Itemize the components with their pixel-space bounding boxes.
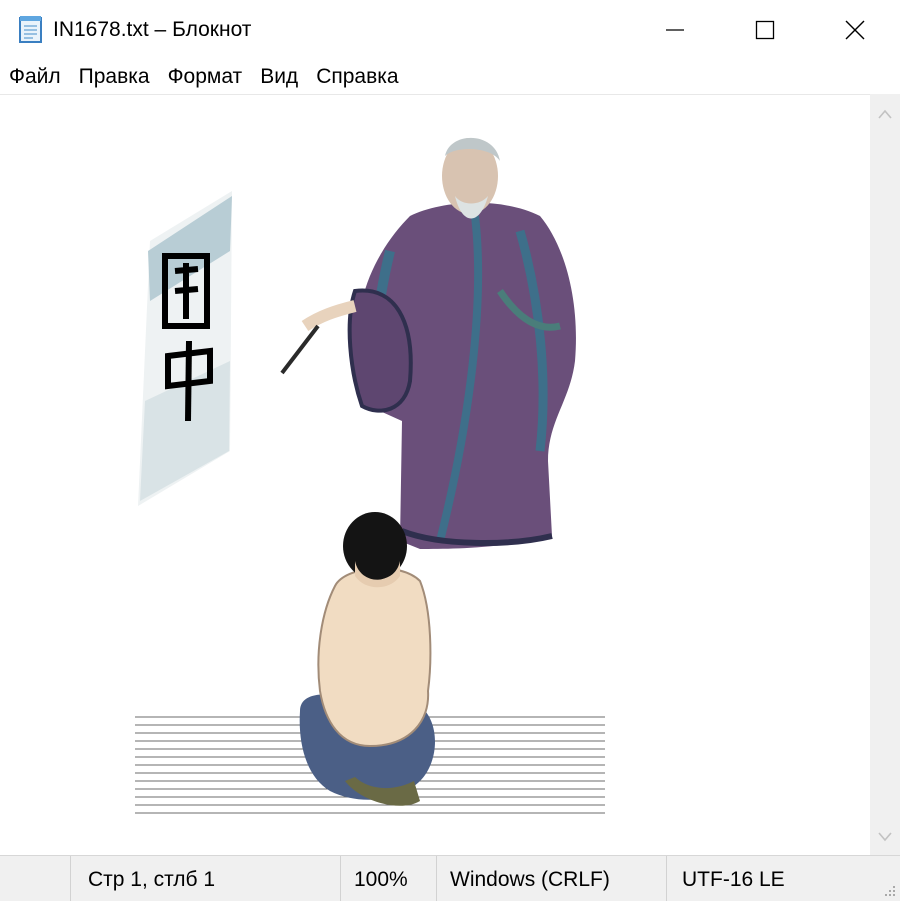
chevron-down-icon[interactable] [877, 831, 893, 843]
menu-help[interactable]: Справка [307, 65, 407, 89]
text-editor[interactable] [0, 94, 870, 856]
student-figure [299, 512, 435, 806]
vertical-scrollbar[interactable] [870, 94, 900, 855]
status-separator [340, 856, 341, 901]
menu-edit[interactable]: Правка [70, 65, 159, 89]
window-title: IN1678.txt – Блокнот [53, 18, 252, 41]
chevron-up-icon[interactable] [877, 108, 893, 120]
encoding: UTF-16 LE [682, 868, 785, 891]
line-ending: Windows (CRLF) [450, 868, 610, 891]
status-bar: Стр 1, стлб 1 100% Windows (CRLF) UTF-16… [0, 855, 900, 901]
status-separator [70, 856, 71, 901]
ascii-art-illustration [135, 137, 605, 816]
teacher-figure [280, 137, 576, 549]
maximize-icon [755, 20, 775, 40]
wall-scroll [138, 191, 232, 506]
menu-format[interactable]: Формат [159, 65, 252, 89]
menu-file[interactable]: Файл [0, 65, 70, 89]
close-icon [845, 20, 865, 40]
notepad-icon [19, 16, 42, 43]
cursor-position: Стр 1, стлб 1 [88, 868, 216, 891]
title-bar[interactable]: IN1678.txt – Блокнот [0, 0, 900, 60]
menu-bar: Файл Правка Формат Вид Справка [0, 60, 900, 94]
close-button[interactable] [810, 0, 900, 60]
zoom-level: 100% [354, 868, 408, 891]
minimize-button[interactable] [630, 0, 720, 60]
minimize-icon [666, 29, 684, 31]
scrollbar-track[interactable] [870, 134, 900, 814]
menu-view[interactable]: Вид [251, 65, 307, 89]
maximize-button[interactable] [720, 0, 810, 60]
resize-grip-icon[interactable] [882, 883, 896, 897]
status-separator [666, 856, 667, 901]
status-separator [436, 856, 437, 901]
